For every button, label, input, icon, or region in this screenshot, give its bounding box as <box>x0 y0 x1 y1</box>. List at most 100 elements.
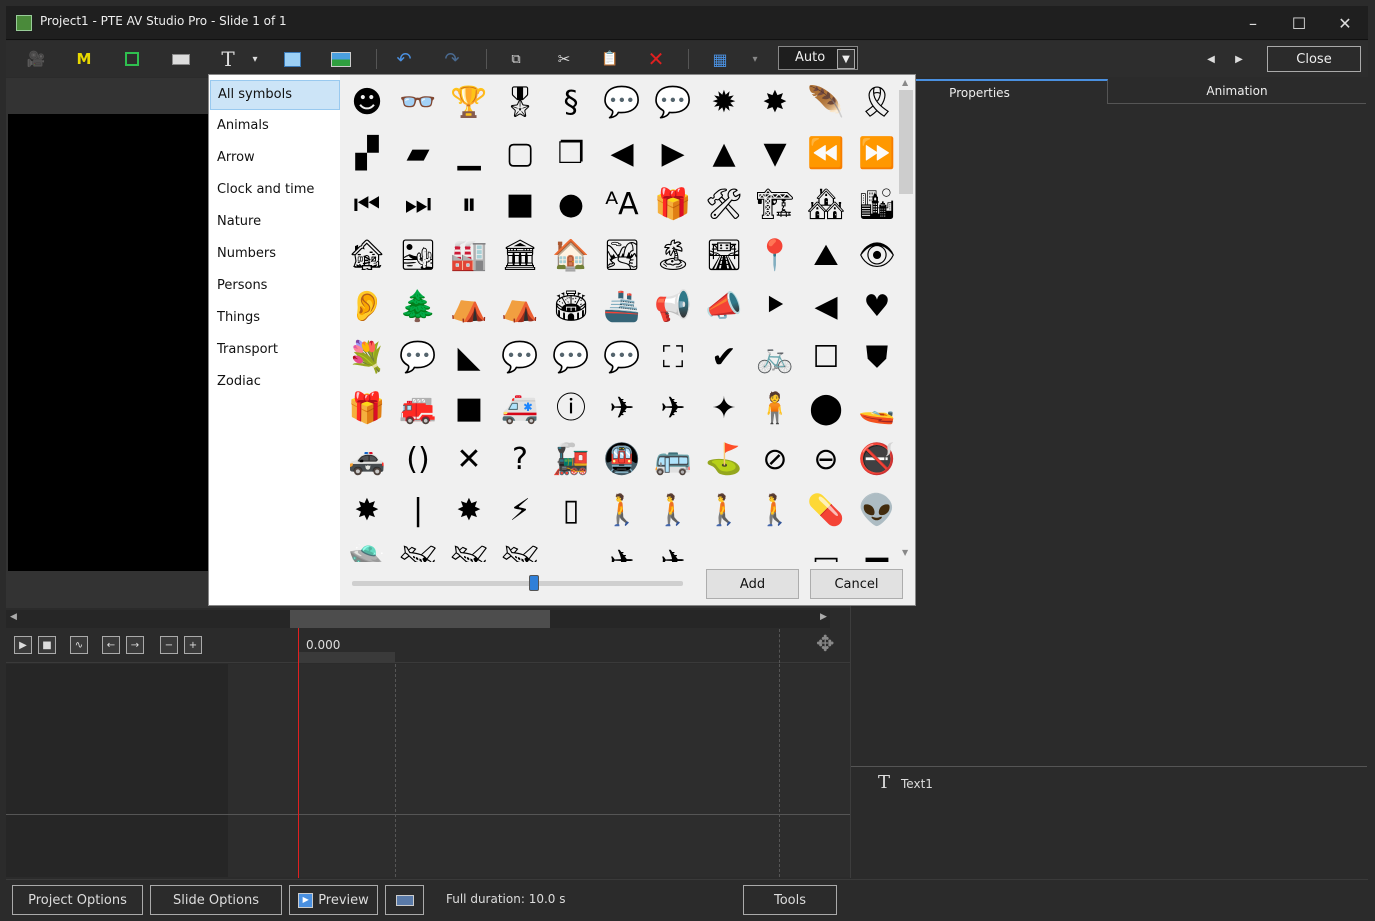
symbol-cell[interactable] <box>750 537 800 562</box>
symbol-cell[interactable]: 🚑 <box>495 384 545 434</box>
symbol-cell[interactable]: ? <box>495 435 545 485</box>
category-item[interactable]: Things <box>210 304 340 334</box>
tools-button[interactable]: Tools <box>743 885 837 915</box>
symbol-cell[interactable]: 📢 <box>648 282 698 332</box>
symbol-cell[interactable]: ▶ <box>648 129 698 179</box>
symbol-cell[interactable]: 🛣 <box>699 231 749 281</box>
symbol-cell[interactable]: ▬ <box>852 537 897 563</box>
symbol-cell[interactable]: 🌲 <box>393 282 443 332</box>
symbol-cell[interactable]: ⛊ <box>852 333 897 383</box>
symbol-cell[interactable]: ✸ <box>444 486 494 536</box>
slideshow-icon[interactable] <box>385 885 424 915</box>
symbol-cell[interactable]: 💬 <box>597 78 647 128</box>
waveform-button[interactable]: ∿ <box>70 636 88 654</box>
symbol-cell[interactable]: 📍 <box>750 231 800 281</box>
rectangle-icon[interactable] <box>282 47 302 71</box>
symbol-cell[interactable]: ♥ <box>852 282 897 332</box>
symbol-cell[interactable]: 🏟 <box>546 282 596 332</box>
symbol-cell[interactable]: ⏭ <box>393 180 443 230</box>
symbol-cell[interactable]: 🚌 <box>648 435 698 485</box>
symbol-cell[interactable]: 🚓 <box>342 435 392 485</box>
tab-animation[interactable]: Animation <box>1108 79 1366 104</box>
dropdown-icon[interactable]: ▾ <box>248 47 262 71</box>
symbol-cell[interactable]: ⏩ <box>852 129 897 179</box>
symbol-cell[interactable]: ✈ <box>597 384 647 434</box>
symbol-cell[interactable]: 🏜 <box>393 231 443 281</box>
scroll-down-icon[interactable]: ▼ <box>902 548 908 557</box>
cut-icon[interactable]: ✂ <box>554 47 574 71</box>
category-item[interactable]: All symbols <box>210 80 340 110</box>
symbol-cell[interactable]: ✸ <box>750 78 800 128</box>
symbol-cell[interactable]: § <box>546 78 596 128</box>
symbol-cell[interactable]: 🚤 <box>852 384 897 434</box>
symbol-cell[interactable]: ■ <box>444 384 494 434</box>
symbol-cell[interactable]: 🛠 <box>699 180 749 230</box>
symbol-cell[interactable]: 🏆 <box>444 78 494 128</box>
category-item[interactable]: Nature <box>210 208 340 238</box>
symbol-cell[interactable]: ⛺ <box>495 282 545 332</box>
add-button[interactable]: Add <box>706 569 799 599</box>
category-item[interactable]: Persons <box>210 272 340 302</box>
symbol-cell[interactable]: ⊖ <box>801 435 851 485</box>
step-forward-button[interactable]: → <box>126 636 144 654</box>
symbol-cell[interactable]: 🎁 <box>648 180 698 230</box>
scroll-right-icon[interactable]: ▶ <box>820 612 827 622</box>
slide-options-button[interactable]: Slide Options <box>150 885 282 915</box>
text-icon[interactable]: T <box>218 47 238 71</box>
symbol-cell[interactable]: ✈ <box>597 537 647 563</box>
zoom-out-button[interactable]: − <box>160 636 178 654</box>
symbol-cell[interactable]: ❐ <box>546 129 596 179</box>
symbol-cell[interactable]: ⚡ <box>495 486 545 536</box>
stop-button[interactable]: ■ <box>38 636 56 654</box>
symbol-cell[interactable]: ◀ <box>801 282 851 332</box>
symbol-cell[interactable]: ⛺ <box>444 282 494 332</box>
symbol-cell[interactable]: 🛩 <box>495 537 545 563</box>
symbol-cell[interactable]: 🎗 <box>852 78 897 128</box>
symbol-cell[interactable]: ◀ <box>597 129 647 179</box>
symbol-cell[interactable]: ⛰ <box>801 231 851 281</box>
close-button[interactable]: Close <box>1267 46 1361 72</box>
symbol-cell[interactable]: ⛶ <box>648 333 698 383</box>
paste-icon[interactable]: 📋 <box>600 47 620 71</box>
symbol-cell[interactable]: ☐ <box>801 333 851 383</box>
symbol-cell[interactable]: ✸ <box>342 486 392 536</box>
category-item[interactable]: Clock and time <box>210 176 340 206</box>
symbol-cell[interactable]: 🚶 <box>699 486 749 536</box>
symbol-cell[interactable]: ⏪ <box>801 129 851 179</box>
symbol-cell[interactable]: 🛩 <box>444 537 494 563</box>
redo-icon[interactable]: ↷ <box>442 47 462 71</box>
symbol-cell[interactable]: ▢ <box>495 129 545 179</box>
image-icon[interactable] <box>330 47 352 71</box>
symbol-cell[interactable]: ☻ <box>342 78 392 128</box>
button-icon[interactable] <box>170 47 192 71</box>
symbol-grid[interactable]: ☻ 👓 🏆 🎖 § 💬 💬 ✹ ✸ 🪶 🎗 ▞ ▰ ▁ ▢ ❐ ◀ ▶ ▲ ▼ ⏪ ⏩ ⏮ ⏭ ⏸ ■ ● ᴬA 🎁 🛠 🏗 🏘 🏙 🏚 🏜 🏭 🏛 🏠 🏞… <box>342 78 897 562</box>
symbol-cell[interactable]: () <box>393 435 443 485</box>
symbol-cell[interactable]: ⯈ <box>750 282 800 332</box>
maximize-button[interactable]: ☐ <box>1276 6 1322 40</box>
symbol-cell[interactable]: 💊 <box>801 486 851 536</box>
zoom-select[interactable]: Auto ▼ <box>778 46 858 70</box>
symbol-cell[interactable]: ⬤ <box>801 384 851 434</box>
move-icon[interactable]: ✥ <box>816 632 834 657</box>
category-item[interactable]: Arrow <box>210 144 340 174</box>
symbol-cell[interactable]: 💬 <box>546 333 596 383</box>
symbol-cell[interactable]: ▯ <box>546 486 596 536</box>
copy-icon[interactable]: ⧉ <box>506 47 526 71</box>
symbol-cell[interactable]: 🪶 <box>801 78 851 128</box>
symbol-cell[interactable]: 💬 <box>495 333 545 383</box>
symbol-cell[interactable]: ■ <box>495 180 545 230</box>
symbol-cell[interactable]: ✕ <box>444 435 494 485</box>
symbol-cell[interactable]: ▲ <box>699 129 749 179</box>
symbol-cell[interactable]: ✔ <box>699 333 749 383</box>
symbol-cell[interactable]: 💬 <box>648 78 698 128</box>
symbol-cell[interactable]: 🚭 <box>852 435 897 485</box>
symbol-cell[interactable]: ✈ <box>648 384 698 434</box>
next-slide-icon[interactable]: ▶ <box>1232 47 1246 71</box>
prev-slide-icon[interactable]: ◀ <box>1204 47 1218 71</box>
category-item[interactable]: Animals <box>210 112 340 142</box>
symbol-cell[interactable]: 🚶 <box>597 486 647 536</box>
delete-icon[interactable]: ✕ <box>646 47 666 71</box>
symbol-cell[interactable]: 🏝 <box>648 231 698 281</box>
symbol-cell[interactable]: 💬 <box>597 333 647 383</box>
symbol-cell[interactable]: 🏚 <box>342 231 392 281</box>
